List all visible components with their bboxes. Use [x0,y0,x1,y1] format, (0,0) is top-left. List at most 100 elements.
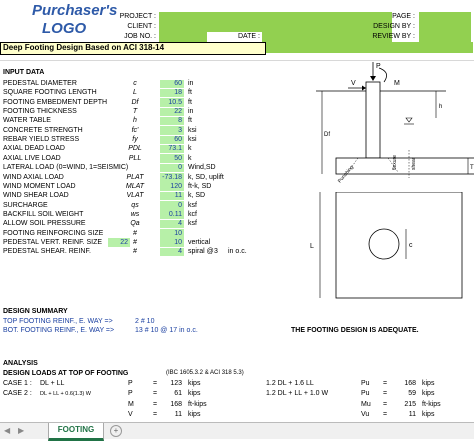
vu-unit: kips [422,411,435,418]
input-value[interactable]: 4 [160,220,182,227]
input-symbol: c [133,80,137,87]
jobno-label: JOB NO. : [124,33,156,40]
input-symbol: L [133,89,137,97]
reviewby-field[interactable] [419,32,471,42]
m-label: M [394,80,400,87]
l-label: L [310,243,314,250]
input-value[interactable]: 10.5 [160,99,182,106]
case2-combo: DL + LL + 0.6(1.3) W [40,391,91,397]
designby-label: DESIGN BY : [373,23,415,30]
input-unit: k [188,154,192,162]
input-symbol: Qa [130,220,140,228]
page-field[interactable] [419,12,471,22]
input-symbol: fc' [131,126,139,134]
input-value[interactable]: 8 [160,117,182,124]
case1-p-sym: P [128,380,133,387]
input-symbol: ws [130,210,140,218]
case1-pu-eq: = [383,380,388,387]
input-value[interactable]: 0 [160,164,182,171]
analysis-heading: ANALYSIS [3,360,38,367]
footing-elevation-diagram: P M V Df h T Punching flexure shear [316,62,474,184]
input-symbol: # [133,229,137,237]
pedestal-bar-count[interactable]: 22 [108,239,128,246]
vu-sym: Vu [361,411,370,418]
input-symbol: fy [132,136,138,144]
input-value[interactable]: 60 [160,136,182,143]
input-value[interactable]: 22 [160,108,182,115]
p-label: P [376,63,381,70]
add-sheet-button[interactable]: + [110,425,122,437]
input-value[interactable]: 18 [160,89,182,96]
m-arrow [378,67,387,83]
case2-right-combo: 1.2 DL + LL + 1.0 W [266,390,329,397]
input-unit: kcf [188,210,197,218]
pedestal-plan-circle [368,228,400,260]
input-unit: ksi [188,136,197,144]
input-value[interactable]: 11 [160,192,182,199]
input-symbol: qs [131,201,139,209]
spiral-spacing[interactable]: 3 [214,248,218,255]
v-eq: = [153,411,158,418]
input-symbol: PDL [128,145,142,153]
vu-val: 11 [408,411,416,418]
input-label: CONCRETE STRENGTH [3,126,83,134]
input-label: SURCHARGE [3,201,48,209]
input-label: PEDESTAL VERT. REINF. SIZE [3,238,103,246]
input-value[interactable]: 73.1 [160,145,182,152]
mu-eq: = [383,401,388,408]
input-value[interactable]: 60 [160,80,182,87]
input-label: SQUARE FOOTING LENGTH [3,89,97,97]
input-label: FOOTING REINFORCING SIZE [3,229,104,237]
input-symbol: Df [131,98,139,106]
jobno-field[interactable] [159,32,207,42]
input-label: PEDESTAL SHEAR. REINF. [3,248,91,256]
input-value[interactable]: 10 [160,239,182,246]
input-value[interactable]: 10 [160,230,182,237]
input-symbol: T [132,108,138,116]
page-title: Deep Footing Design Based on ACI 318-14 [3,43,165,52]
input-label: PEDESTAL DIAMETER [3,80,77,87]
case2-p-sym: P [128,390,133,397]
case2-pu-eq: = [383,390,388,397]
date-label: DATE : [237,33,260,40]
v-sym: V [128,411,133,418]
top-reinf-label: TOP FOOTING REINF., E. WAY => [3,318,113,325]
input-value[interactable]: 3 [160,127,182,134]
input-value[interactable]: -73.18 [160,174,182,181]
input-value[interactable]: 4 [160,248,182,255]
tab-nav-left[interactable]: ◀ [4,426,10,435]
input-value[interactable]: 50 [160,155,182,162]
case2-pu-sym: Pu [361,390,370,397]
v-unit: kips [188,411,201,418]
code-ref: (IBC 1605.3.2 & ACI 318 5.3) [166,370,244,376]
input-symbol: PLAT [126,173,144,181]
pedestal-shape [365,81,381,159]
mu-sym: Mu [361,401,371,408]
m-val: 168 [170,401,182,408]
case1-combo: DL + LL [40,380,65,387]
page-label: PAGE : [392,13,415,20]
v-val: 11 [174,411,182,418]
case2-label: CASE 2 : [3,390,32,397]
designby-field[interactable] [419,22,471,32]
input-unit: k, SD, uplift [188,173,224,181]
tab-nav-right[interactable]: ▶ [18,426,24,435]
case1-p-unit: kips [188,380,201,387]
h-label: h [439,104,442,110]
input-unit: k, SD [188,192,206,200]
tab-footing[interactable]: FOOTING [48,423,104,441]
input-value[interactable]: 0 [160,202,182,209]
input-value[interactable]: 120 [160,183,182,190]
input-unit: in [188,108,194,116]
bot-reinf-label: BOT. FOOTING REINF., E. WAY => [3,327,115,334]
flexure-label: flexure [392,155,398,170]
input-value[interactable]: 0.11 [160,211,182,218]
spiral-label: spiral @ [188,248,214,256]
logo-line2: LOGO [42,20,87,37]
bot-reinf-value: 13 # 10 @ 17 in o.c. [135,327,198,334]
summary-heading: DESIGN SUMMARY [3,308,68,315]
input-symbol: MLAT [125,182,145,190]
input-symbol: # [133,248,137,256]
t-label: T [470,165,474,171]
input-unit: in [188,80,194,87]
